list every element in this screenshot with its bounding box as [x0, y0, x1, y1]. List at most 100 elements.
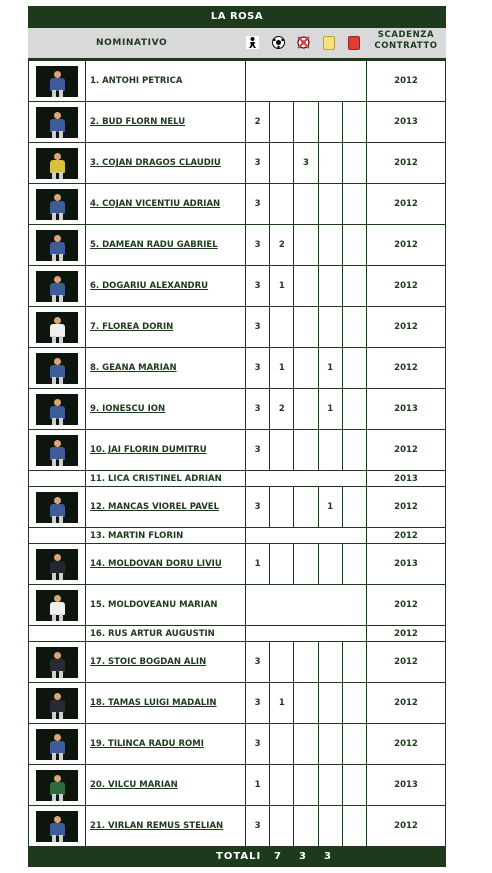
player-name[interactable]: 5. DAMEAN RADU GABRIEL	[90, 240, 218, 250]
player-name[interactable]: 6. DOGARIU ALEXANDRU	[90, 281, 208, 291]
contract-year: 2012	[366, 486, 446, 528]
player-name-cell[interactable]: 18. TAMAS LUIGI MADALIN	[85, 682, 246, 724]
player-name: 15. MOLDOVEANU MARIAN	[90, 600, 218, 610]
player-name-cell[interactable]: 6. DOGARIU ALEXANDRU	[85, 265, 246, 307]
stat-autogol	[293, 347, 319, 389]
player-name-cell[interactable]: 8. GEANA MARIAN	[85, 347, 246, 389]
stat-presenze: 3	[244, 723, 271, 765]
player-name[interactable]: 9. IONESCU ION	[90, 404, 165, 414]
player-name[interactable]: 7. FLOREA DORIN	[90, 322, 173, 332]
stat-red-cards	[341, 682, 368, 724]
player-row: 12. MANCAS VIOREL PAVEL 3 1 2012	[28, 486, 446, 528]
player-photo	[36, 646, 78, 678]
player-name[interactable]: 10. JAI FLORIN DUMITRU	[90, 445, 207, 455]
player-name[interactable]: 14. MOLDOVAN DORU LIVIU	[90, 559, 222, 569]
stat-red-cards	[341, 265, 368, 307]
stat-red-cards	[341, 101, 368, 143]
player-name-cell[interactable]: 21. VIRLAN REMUS STELIAN	[85, 805, 246, 847]
player-name[interactable]: 17. STOIC BOGDAN ALIN	[90, 657, 206, 667]
contract-year: 2013	[366, 388, 446, 430]
presenze-icon	[246, 36, 259, 49]
player-photo	[36, 589, 78, 621]
stat-presenze: 3	[244, 224, 271, 266]
player-name[interactable]: 18. TAMAS LUIGI MADALIN	[90, 698, 217, 708]
player-row: 15. MOLDOVEANU MARIAN 2012	[28, 584, 446, 626]
player-photo	[36, 147, 78, 179]
red-card-icon	[348, 36, 360, 50]
player-row: 6. DOGARIU ALEXANDRU 3 1 2012	[28, 265, 446, 307]
player-row: 8. GEANA MARIAN 3 1 1 2012	[28, 347, 446, 389]
player-name[interactable]: 20. VILCU MARIAN	[90, 780, 178, 790]
stats-empty-cell	[245, 584, 367, 626]
photo-cell	[28, 805, 86, 847]
player-name-cell[interactable]: 4. COJAN VICENTIU ADRIAN	[85, 183, 246, 225]
stat-gol	[269, 543, 295, 585]
player-name-cell[interactable]: 9. IONESCU ION	[85, 388, 246, 430]
photo-cell	[28, 625, 86, 642]
stat-yellow-cards	[317, 101, 343, 143]
photo-cell	[28, 183, 86, 225]
contract-year: 2012	[366, 805, 446, 847]
totals-autogol: 3	[324, 851, 332, 862]
player-name-cell[interactable]: 2. BUD FLORN NELU	[85, 101, 246, 143]
roster-title: LA ROSA	[28, 6, 446, 28]
photo-cell	[28, 470, 86, 487]
stat-autogol	[293, 265, 319, 307]
player-row: 13. MARTIN FLORIN 2012	[28, 527, 446, 544]
player-name-cell[interactable]: 20. VILCU MARIAN	[85, 764, 246, 806]
player-name-cell[interactable]: 17. STOIC BOGDAN ALIN	[85, 641, 246, 683]
player-photo	[36, 352, 78, 384]
photo-cell	[28, 142, 86, 184]
stat-autogol: 3	[293, 142, 319, 184]
contract-year: 2012	[366, 641, 446, 683]
stat-gol	[269, 641, 295, 683]
stat-gol: 2	[269, 224, 295, 266]
player-photo	[36, 393, 78, 425]
contract-year: 2012	[366, 429, 446, 471]
stat-yellow-cards	[317, 265, 343, 307]
player-name-cell: 1. ANTOHI PETRICA	[85, 60, 246, 102]
player-photo	[36, 548, 78, 580]
player-name-cell[interactable]: 3. COJAN DRAGOS CLAUDIU	[85, 142, 246, 184]
player-name[interactable]: 3. COJAN DRAGOS CLAUDIU	[90, 158, 221, 168]
stat-autogol	[293, 682, 319, 724]
player-name[interactable]: 12. MANCAS VIOREL PAVEL	[90, 502, 219, 512]
player-name[interactable]: 21. VIRLAN REMUS STELIAN	[90, 821, 223, 831]
contract-year: 2012	[366, 625, 446, 642]
stat-yellow-cards: 1	[317, 486, 343, 528]
player-name-cell[interactable]: 7. FLOREA DORIN	[85, 306, 246, 348]
stat-autogol	[293, 183, 319, 225]
table-header: NOMINATIVO SCADENZA CONTRATTO	[28, 28, 446, 60]
stat-yellow-cards	[317, 429, 343, 471]
stat-autogol	[293, 486, 319, 528]
nominativo-header: NOMINATIVO	[96, 38, 168, 48]
player-photo	[36, 728, 78, 760]
player-row: 4. COJAN VICENTIU ADRIAN 3 2012	[28, 183, 446, 225]
player-photo	[36, 491, 78, 523]
photo-cell	[28, 764, 86, 806]
player-photo	[36, 65, 78, 97]
player-name[interactable]: 8. GEANA MARIAN	[90, 363, 177, 373]
player-name[interactable]: 2. BUD FLORN NELU	[90, 117, 185, 127]
player-name[interactable]: 4. COJAN VICENTIU ADRIAN	[90, 199, 220, 209]
roster-table: 1. ANTOHI PETRICA 2012 2. BUD FLORN NELU 2 2…	[28, 60, 446, 847]
player-name-cell[interactable]: 5. DAMEAN RADU GABRIEL	[85, 224, 246, 266]
stat-red-cards	[341, 486, 368, 528]
photo-cell	[28, 60, 86, 102]
stats-empty-cell	[245, 527, 367, 544]
stat-gol: 2	[269, 388, 295, 430]
player-name-cell[interactable]: 12. MANCAS VIOREL PAVEL	[85, 486, 246, 528]
photo-cell	[28, 682, 86, 724]
player-name-cell[interactable]: 14. MOLDOVAN DORU LIVIU	[85, 543, 246, 585]
player-name[interactable]: 19. TILINCA RADU ROMI	[90, 739, 204, 749]
player-name: 13. MARTIN FLORIN	[90, 530, 184, 541]
player-name-cell[interactable]: 19. TILINCA RADU ROMI	[85, 723, 246, 765]
player-photo	[36, 188, 78, 220]
player-name: 1. ANTOHI PETRICA	[90, 76, 183, 86]
stat-red-cards	[341, 347, 368, 389]
stat-red-cards	[341, 306, 368, 348]
stat-autogol	[293, 306, 319, 348]
player-row: 18. TAMAS LUIGI MADALIN 3 1 2012	[28, 682, 446, 724]
player-name-cell[interactable]: 10. JAI FLORIN DUMITRU	[85, 429, 246, 471]
contract-year: 2012	[366, 306, 446, 348]
